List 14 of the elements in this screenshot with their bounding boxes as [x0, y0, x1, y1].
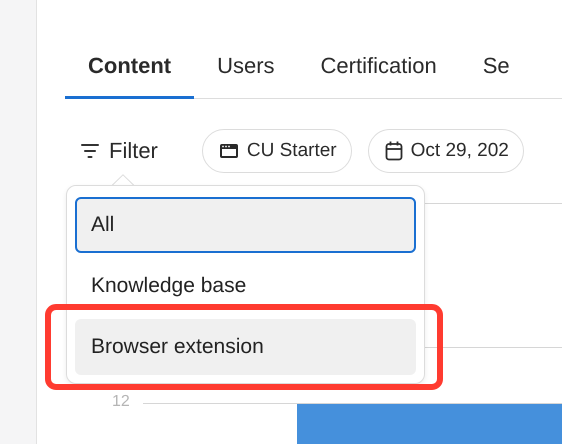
filter-icon	[80, 143, 100, 159]
tab[interactable]: Se	[460, 30, 533, 99]
menu-item[interactable]: All	[75, 197, 416, 253]
menu-item[interactable]: Browser extension	[75, 319, 416, 375]
filter-chip[interactable]: Oct 29, 202	[368, 129, 524, 173]
window-icon	[218, 143, 239, 159]
tab[interactable]: Users	[194, 30, 298, 99]
menu-item[interactable]: Knowledge base	[75, 258, 416, 314]
tab[interactable]: Content	[65, 30, 194, 99]
axis-tick-label: 12	[112, 393, 130, 411]
filter-button[interactable]: Filter	[80, 138, 158, 164]
filter-chip[interactable]: CU Starter	[202, 129, 352, 173]
calendar-icon	[384, 141, 403, 161]
tab[interactable]: Certification	[298, 30, 460, 99]
